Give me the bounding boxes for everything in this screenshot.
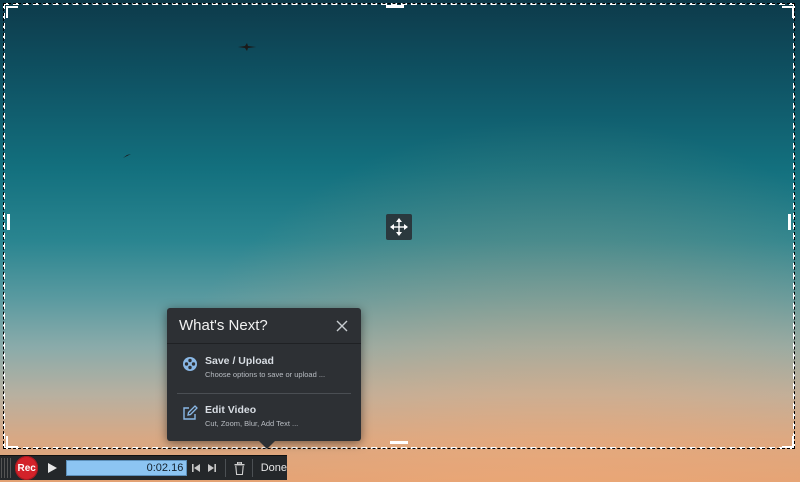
delete-button[interactable] — [234, 461, 246, 475]
skip-forward-icon — [208, 464, 217, 472]
skip-forward-button[interactable] — [207, 462, 219, 474]
edit-video-option[interactable]: Edit Video Cut, Zoom, Blur, Add Text ... — [167, 394, 361, 442]
whats-next-popup: What's Next? Save / Upload Choose option… — [167, 308, 361, 449]
film-reel-icon — [183, 357, 197, 371]
drag-grip[interactable] — [1, 458, 11, 478]
resize-handle-bottom[interactable] — [390, 441, 408, 444]
popup-title: What's Next? — [179, 317, 268, 334]
skip-back-button[interactable] — [191, 462, 203, 474]
play-button[interactable] — [46, 461, 60, 475]
resize-corner-top-left[interactable] — [6, 6, 18, 18]
save-upload-label: Save / Upload — [205, 355, 274, 367]
trash-icon — [234, 461, 245, 475]
close-icon[interactable] — [335, 319, 349, 333]
resize-handle-right[interactable] — [788, 214, 791, 230]
edit-pencil-icon — [183, 405, 198, 420]
recording-toolbar: Rec 0:02.16 Done — [0, 455, 287, 480]
play-icon — [48, 463, 58, 473]
done-button[interactable]: Done — [261, 462, 287, 474]
popup-header: What's Next? — [167, 308, 361, 344]
resize-corner-bottom-left[interactable] — [6, 436, 18, 448]
resize-corner-top-right[interactable] — [782, 6, 794, 18]
move-arrows-icon — [390, 218, 408, 236]
toolbar-separator — [251, 459, 253, 477]
toolbar-separator — [224, 459, 226, 477]
timer-display: 0:02.16 — [66, 460, 188, 476]
resize-corner-bottom-right[interactable] — [782, 436, 794, 448]
skip-back-icon — [192, 464, 201, 472]
resize-handle-left[interactable] — [7, 214, 10, 230]
move-handle[interactable] — [386, 214, 412, 240]
rec-button[interactable]: Rec — [14, 456, 39, 480]
resize-handle-top[interactable] — [386, 5, 404, 8]
save-upload-option[interactable]: Save / Upload Choose options to save or … — [167, 344, 361, 393]
edit-video-label: Edit Video — [205, 404, 257, 416]
edit-video-description: Cut, Zoom, Blur, Add Text ... — [205, 419, 299, 428]
save-upload-description: Choose options to save or upload ... — [205, 370, 326, 379]
